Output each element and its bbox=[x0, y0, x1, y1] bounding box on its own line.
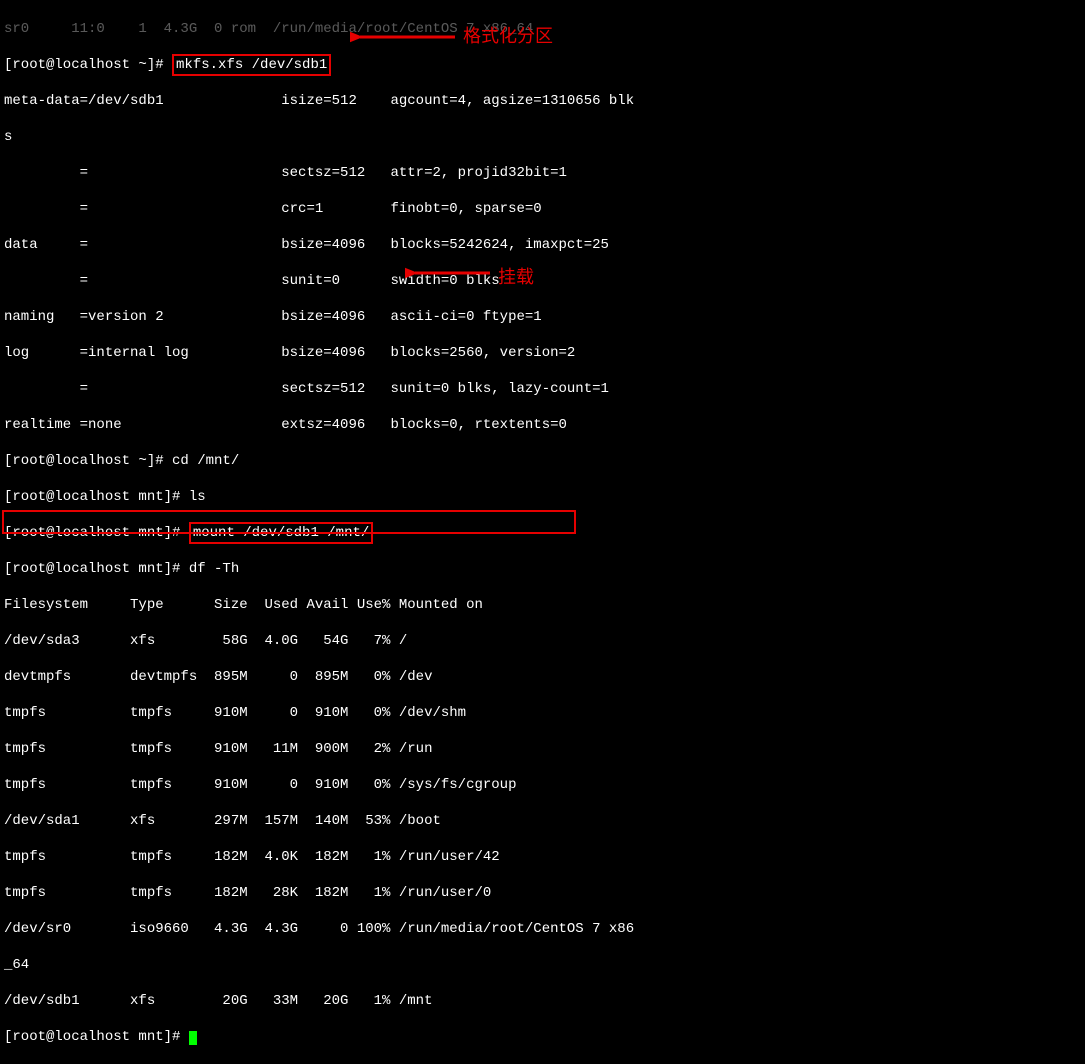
mkfs-output-0: meta-data=/dev/sdb1 isize=512 agcount=4,… bbox=[4, 92, 1081, 110]
mkfs-output-4: data = bsize=4096 blocks=5242624, imaxpc… bbox=[4, 236, 1081, 254]
df-row-5: /dev/sda1 xfs 297M 157M 140M 53% /boot bbox=[4, 812, 1081, 830]
mkfs-output-7: log =internal log bsize=4096 blocks=2560… bbox=[4, 344, 1081, 362]
df-row-0: /dev/sda3 xfs 58G 4.0G 54G 7% / bbox=[4, 632, 1081, 650]
mkfs-output-2: = sectsz=512 attr=2, projid32bit=1 bbox=[4, 164, 1081, 182]
df-row-4: tmpfs tmpfs 910M 0 910M 0% /sys/fs/cgrou… bbox=[4, 776, 1081, 794]
mkfs-output-3: = crc=1 finobt=0, sparse=0 bbox=[4, 200, 1081, 218]
df-header: Filesystem Type Size Used Avail Use% Mou… bbox=[4, 596, 1081, 614]
df-row-3: tmpfs tmpfs 910M 11M 900M 2% /run bbox=[4, 740, 1081, 758]
cursor-block bbox=[189, 1031, 197, 1045]
mkfs-output-5: = sunit=0 swidth=0 blks bbox=[4, 272, 1081, 290]
line-cmd-mount: [root@localhost mnt]# mount /dev/sdb1 /m… bbox=[4, 524, 1081, 542]
mkfs-output-6: naming =version 2 bsize=4096 ascii-ci=0 … bbox=[4, 308, 1081, 326]
line-last-prompt[interactable]: [root@localhost mnt]# bbox=[4, 1028, 1081, 1046]
df-row-8: /dev/sr0 iso9660 4.3G 4.3G 0 100% /run/m… bbox=[4, 920, 1081, 938]
df-row-6: tmpfs tmpfs 182M 4.0K 182M 1% /run/user/… bbox=[4, 848, 1081, 866]
mkfs-output-1: s bbox=[4, 128, 1081, 146]
line-ls: [root@localhost mnt]# ls bbox=[4, 488, 1081, 506]
df-row-highlight: /dev/sdb1 xfs 20G 33M 20G 1% /mnt bbox=[4, 992, 1081, 1010]
df-row-9: _64 bbox=[4, 956, 1081, 974]
line-cd: [root@localhost ~]# cd /mnt/ bbox=[4, 452, 1081, 470]
line-top-partial: sr0 11:0 1 4.3G 0 rom /run/media/root/Ce… bbox=[4, 20, 1081, 38]
highlight-mkfs-cmd: mkfs.xfs /dev/sdb1 bbox=[172, 54, 331, 76]
line-cmd-mkfs: [root@localhost ~]# mkfs.xfs /dev/sdb1 bbox=[4, 56, 1081, 74]
df-row-2: tmpfs tmpfs 910M 0 910M 0% /dev/shm bbox=[4, 704, 1081, 722]
df-row-1: devtmpfs devtmpfs 895M 0 895M 0% /dev bbox=[4, 668, 1081, 686]
terminal-output: sr0 11:0 1 4.3G 0 rom /run/media/root/Ce… bbox=[4, 2, 1081, 1064]
mkfs-output-9: realtime =none extsz=4096 blocks=0, rtex… bbox=[4, 416, 1081, 434]
mkfs-output-8: = sectsz=512 sunit=0 blks, lazy-count=1 bbox=[4, 380, 1081, 398]
df-row-7: tmpfs tmpfs 182M 28K 182M 1% /run/user/0 bbox=[4, 884, 1081, 902]
highlight-mount-cmd: mount /dev/sdb1 /mnt/ bbox=[189, 522, 373, 544]
line-df: [root@localhost mnt]# df -Th bbox=[4, 560, 1081, 578]
